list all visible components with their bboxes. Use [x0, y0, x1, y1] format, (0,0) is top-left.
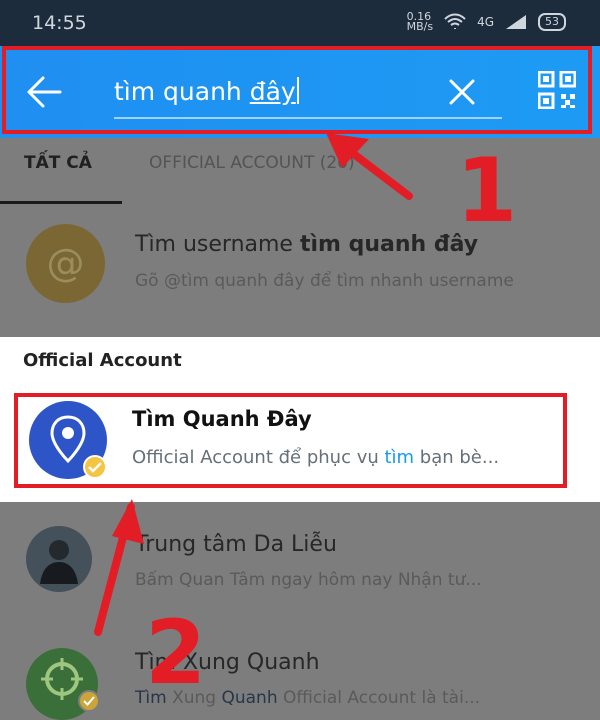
wifi-icon	[444, 13, 466, 29]
result-title-da-lieu: Trung tâm Da Liễu	[135, 532, 337, 557]
check-badge-icon	[78, 690, 100, 712]
status-icons: 0.16 MB/s 4G 53	[406, 10, 566, 33]
signal-icon	[506, 15, 526, 29]
battery-indicator: 53	[538, 13, 566, 31]
tab-official-account[interactable]: OFFICIAL ACCOUNT (20)	[149, 153, 355, 173]
official-result-highlight-box[interactable]	[14, 393, 567, 488]
tab-all[interactable]: TẤT CẢ	[24, 153, 92, 173]
status-time: 14:55	[32, 12, 87, 34]
at-sign-icon: @	[47, 241, 85, 285]
annotation-number-1: 1	[456, 139, 518, 242]
result-subtitle-da-lieu: Bấm Quan Tâm ngay hôm nay Nhận tư...	[135, 570, 482, 590]
username-result-title: Tìm username tìm quanh đây	[135, 232, 479, 257]
search-highlight-box	[2, 46, 592, 134]
official-account-section-title: Official Account	[23, 350, 182, 371]
da-lieu-avatar	[26, 526, 92, 592]
signal-label: 4G	[477, 15, 494, 29]
annotation-number-2: 2	[145, 601, 207, 704]
at-sign-avatar: @	[26, 224, 105, 303]
person-avatar-icon	[40, 540, 78, 584]
result-row-da-lieu[interactable]: Trung tâm Da Liễu Bấm Quan Tâm ngay hôm …	[0, 502, 600, 620]
network-speed: 0.16 MB/s	[406, 10, 434, 33]
status-bar: 14:55 0.16 MB/s 4G 53	[0, 0, 600, 46]
username-result-subtitle: Gõ @tìm quanh đây để tìm nhanh username	[135, 271, 514, 291]
active-tab-indicator	[0, 201, 122, 204]
svg-text:@: @	[47, 241, 85, 285]
